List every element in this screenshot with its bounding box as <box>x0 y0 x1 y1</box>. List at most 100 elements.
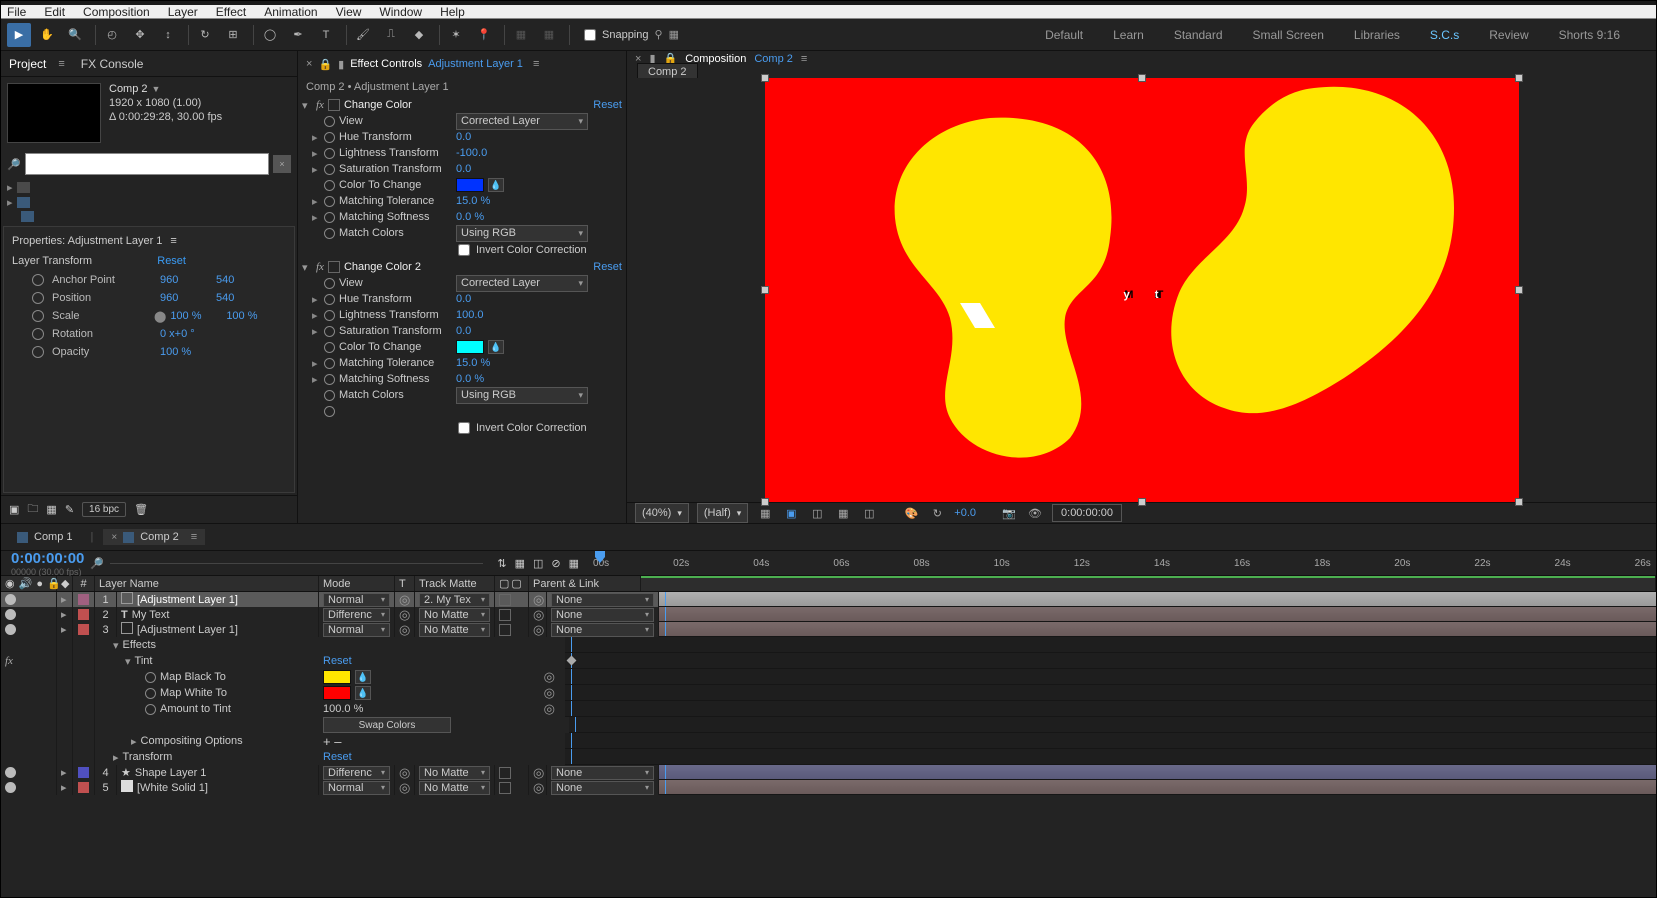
ws-review[interactable]: Review <box>1489 28 1528 42</box>
fx-visibility-icon[interactable] <box>328 99 340 111</box>
track-matte-select[interactable]: No Matte▾ <box>415 780 495 795</box>
ws-default[interactable]: Default <box>1045 28 1083 42</box>
tree-twist-icon-2[interactable]: ▸ <box>7 196 13 209</box>
brush-tool[interactable]: 🖌 <box>351 23 375 47</box>
saturation-value[interactable]: 0.0 <box>456 325 471 337</box>
stopwatch-icon[interactable] <box>324 406 335 417</box>
color-swatch[interactable] <box>323 670 351 684</box>
switch-icon[interactable] <box>499 609 511 621</box>
softness-value[interactable]: 0.0 % <box>456 211 484 223</box>
twirl-icon[interactable]: ▸ <box>61 608 67 621</box>
ws-scs[interactable]: S.C.s <box>1430 28 1459 42</box>
scale-x-value[interactable]: 100 % <box>170 310 218 322</box>
exposure-value[interactable]: +0.0 <box>954 507 976 519</box>
softness-value[interactable]: 0.0 % <box>456 373 484 385</box>
resolution-select[interactable]: (Half)▾ <box>697 503 748 523</box>
reset-button[interactable]: Reset <box>323 751 352 763</box>
label-color[interactable] <box>78 594 89 605</box>
reset-exposure-icon[interactable]: ↻ <box>928 507 946 520</box>
track-matte-select[interactable]: No Matte▾ <box>415 622 495 637</box>
roto-tool[interactable]: ✶ <box>444 23 468 47</box>
menu-help[interactable]: Help <box>440 5 465 19</box>
parent-select[interactable]: None▾ <box>547 592 659 607</box>
pickwhip-icon[interactable]: ◎ <box>544 669 555 685</box>
comp-caret-icon[interactable]: ▼ <box>152 84 161 94</box>
fx-visibility-icon[interactable] <box>328 261 340 273</box>
anchor-x-value[interactable]: 960 <box>160 274 208 286</box>
region-icon[interactable]: ◫ <box>808 507 826 520</box>
visibility-toggle[interactable] <box>5 609 16 620</box>
twirl-icon[interactable]: ▸ <box>312 195 320 208</box>
stopwatch-icon[interactable] <box>324 342 335 353</box>
twirl-icon[interactable]: ▸ <box>312 325 320 338</box>
comp-name[interactable]: Comp 2 <box>109 83 148 95</box>
pickwhip-icon[interactable]: ◎ <box>533 607 544 623</box>
transform-handle[interactable] <box>1515 498 1523 506</box>
stopwatch-icon[interactable] <box>324 358 335 369</box>
tolerance-value[interactable]: 15.0 % <box>456 357 490 369</box>
visibility-toggle[interactable] <box>5 782 16 793</box>
blend-mode-select[interactable]: Normal▾ <box>319 780 395 795</box>
stopwatch-icon[interactable] <box>324 310 335 321</box>
parent-select[interactable]: None▾ <box>547 780 659 795</box>
stopwatch-icon[interactable] <box>32 346 44 358</box>
pickwhip-icon[interactable]: ◎ <box>533 622 544 638</box>
snapping-caret-icon[interactable]: ⚲ <box>655 28 663 41</box>
transform-handle[interactable] <box>1515 74 1523 82</box>
layer-row[interactable]: ▸ 3 [Adjustment Layer 1] Normal▾ ◎ No Ma… <box>1 622 1656 637</box>
hue-value[interactable]: 0.0 <box>456 131 471 143</box>
canvas[interactable]: My Text My Text <box>765 78 1519 502</box>
stopwatch-icon[interactable] <box>145 704 156 715</box>
color-swatch[interactable] <box>323 686 351 700</box>
track-matte-select[interactable]: No Matte▾ <box>415 765 495 780</box>
lightness-value[interactable]: 100.0 <box>456 309 484 321</box>
comp-thumbnail[interactable] <box>7 83 101 143</box>
label-header-icon[interactable]: ◆ <box>61 577 69 590</box>
preview-time[interactable]: 0:00:00:00 <box>1052 504 1122 522</box>
pickwhip-icon[interactable]: ◎ <box>399 780 410 796</box>
rotation-value[interactable]: 0 x+0 ° <box>160 328 195 340</box>
twirl-icon[interactable]: ▾ <box>302 261 312 274</box>
twirl-icon[interactable]: ▸ <box>61 593 67 606</box>
stopwatch-icon[interactable] <box>324 132 335 143</box>
parent-header[interactable]: Parent & Link <box>529 576 641 591</box>
twirl-icon[interactable]: ▸ <box>312 357 320 370</box>
position-x-value[interactable]: 960 <box>160 292 208 304</box>
search-clear-button[interactable]: × <box>273 155 291 173</box>
layer-row[interactable]: ▸ 2 T My Text Differenc▾ ◎ No Matte▾ ◎ N… <box>1 607 1656 622</box>
twirl-icon[interactable]: ▸ <box>113 751 119 764</box>
tint-effect[interactable]: fx ▾Tint Reset <box>1 653 1656 669</box>
stopwatch-icon[interactable] <box>324 278 335 289</box>
selection-tool[interactable]: ▶ <box>7 23 31 47</box>
panel-menu-icon[interactable]: ≡ <box>801 53 807 65</box>
switch-icon[interactable] <box>499 624 511 636</box>
fx-name[interactable]: Change Color 2 <box>344 261 589 273</box>
project-tab[interactable]: Project <box>9 57 46 71</box>
properties-menu-icon[interactable]: ≡ <box>170 235 176 247</box>
eyedropper-icon[interactable]: 💧 <box>488 178 504 192</box>
eraser-tool[interactable]: ◆ <box>407 23 431 47</box>
layer-bar[interactable] <box>659 780 1656 795</box>
fx-badge-icon[interactable]: fx <box>5 655 13 667</box>
stopwatch-icon[interactable] <box>324 326 335 337</box>
twirl-icon[interactable]: ▸ <box>312 163 320 176</box>
stopwatch-icon[interactable] <box>32 274 44 286</box>
menu-composition[interactable]: Composition <box>83 5 150 19</box>
stopwatch-icon[interactable] <box>32 310 44 322</box>
number-header[interactable]: # <box>73 576 95 591</box>
color-swatch[interactable] <box>456 178 484 192</box>
frame-blend-icon[interactable]: ◫ <box>533 557 543 570</box>
view-select[interactable]: Corrected Layer▾ <box>456 113 588 130</box>
layer-name[interactable]: My Text <box>132 609 170 621</box>
panel-menu-icon[interactable]: ≡ <box>191 531 197 543</box>
project-search-input[interactable] <box>25 153 269 175</box>
clone-tool[interactable]: ⎍ <box>379 23 403 47</box>
layer-name[interactable]: [Adjustment Layer 1] <box>137 624 238 636</box>
ec-menu-icon[interactable]: ≡ <box>533 58 539 70</box>
match-select[interactable]: Using RGB▾ <box>456 387 588 404</box>
pickwhip-icon[interactable]: ◎ <box>399 592 410 608</box>
lightness-value[interactable]: -100.0 <box>456 147 487 159</box>
swap-colors-button[interactable]: Swap Colors <box>323 717 451 733</box>
fx-name[interactable]: Change Color <box>344 99 589 111</box>
anchor-y-value[interactable]: 540 <box>216 274 264 286</box>
